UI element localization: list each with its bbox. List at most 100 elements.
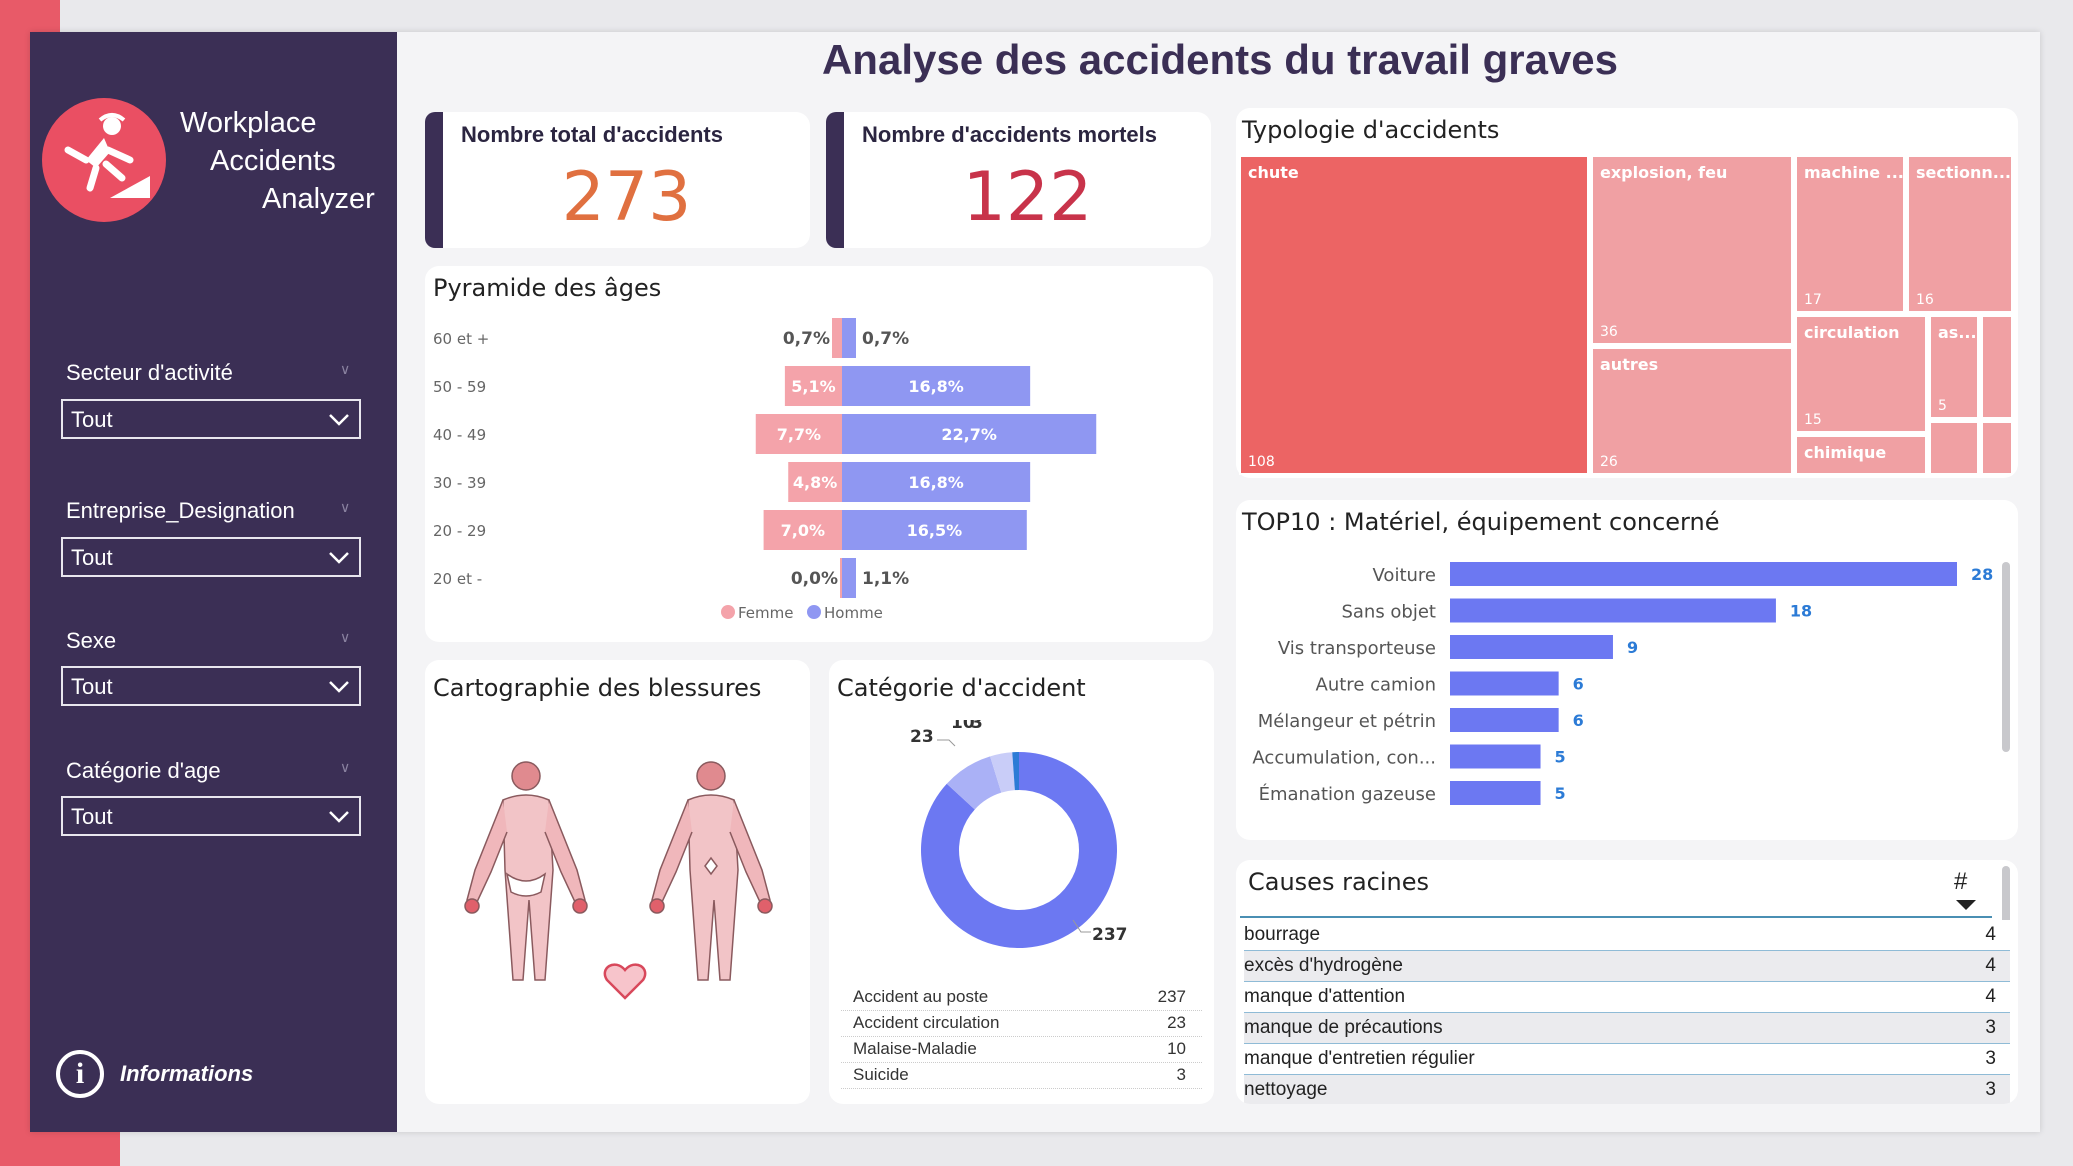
female-value-label: 0,0% — [791, 569, 838, 589]
slicer-label-secteur: Secteur d'activité — [66, 360, 233, 385]
equipment-value-label: 5 — [1555, 748, 1566, 767]
age-category-label: 30 - 39 — [433, 474, 486, 492]
cause-row[interactable]: manque d'attention 4 — [1244, 982, 2010, 1013]
cause-label: nettoyage — [1244, 1079, 1328, 1100]
cause-row[interactable]: manque d'entretien régulier 3 — [1244, 1044, 2010, 1075]
header-divider — [1240, 916, 1992, 918]
male-value-label: 1,1% — [862, 569, 909, 589]
heart-icon — [603, 963, 647, 1000]
legend-male-label: Homme — [824, 604, 883, 622]
informations-button[interactable]: i Informations — [56, 1050, 253, 1098]
treemap-tile-value: 108 — [1248, 454, 1275, 470]
legend-female-label: Femme — [738, 604, 794, 622]
treemap-tile-label: chute — [1248, 163, 1299, 182]
injury-map-card: Cartographie des blessures — [425, 660, 810, 1104]
legend-male-swatch — [807, 605, 821, 619]
cause-row[interactable]: nettoyage 3 — [1244, 1075, 2010, 1104]
treemap-tile — [1929, 421, 1979, 475]
kpi-label: Nombre total d'accidents — [461, 122, 723, 147]
category-name: Accident au poste — [853, 987, 989, 1006]
category-donut-chart: 23723103 — [910, 720, 1128, 948]
chevron-down-icon — [329, 414, 349, 426]
treemap-tile — [1981, 315, 2013, 419]
category-table-row: Accident circulation 23 — [841, 1010, 1202, 1037]
cause-label: excès d'hydrogène — [1244, 955, 1403, 976]
leader-line — [937, 739, 956, 747]
equipment-label: Sans objet — [1341, 602, 1436, 623]
slicer-label-sexe: Sexe — [66, 628, 117, 653]
cause-label: manque de précautions — [1244, 1017, 1443, 1038]
kpi-card-total: Nombre total d'accidents 273 — [425, 112, 810, 248]
back-body-figure — [649, 761, 773, 981]
male-value-label: 22,7% — [941, 425, 997, 444]
cause-label: bourrage — [1244, 924, 1321, 945]
treemap-tile-value: 15 — [1804, 412, 1822, 428]
visual-title: Catégorie d'accident — [837, 674, 1086, 702]
equipment-bar — [1450, 598, 1776, 623]
top10-equipment-card: TOP10 : Matériel, équipement concerné Vo… — [1236, 500, 2018, 840]
top10-bar-chart: Voiture 28 Sans objet 18 Vis transporteuse 9 A… — [1252, 562, 1993, 805]
equipment-value-label: 18 — [1790, 602, 1812, 621]
equipment-label: Accumulation, con... — [1252, 748, 1436, 769]
male-bar — [842, 558, 856, 598]
slicer-value: Tout — [71, 674, 113, 699]
equipment-bar — [1450, 671, 1559, 696]
chevron-down-icon[interactable]: ∨ — [340, 362, 350, 378]
chevron-down-icon[interactable]: ∨ — [340, 630, 350, 646]
male-value-label: 0,7% — [862, 329, 909, 349]
chevron-down-icon[interactable]: ∨ — [340, 760, 350, 776]
page-title: Analyse des accidents du travail graves — [821, 36, 1619, 83]
scrollbar[interactable] — [2002, 562, 2010, 752]
cause-row[interactable]: bourrage 4 — [1244, 920, 2010, 951]
equipment-value-label: 9 — [1627, 638, 1638, 657]
slicer-dropdown-sexe[interactable]: Tout — [61, 666, 361, 706]
donut-value-label: 23 — [910, 727, 934, 747]
front-body-figure — [464, 761, 588, 981]
female-bar — [832, 318, 842, 358]
treemap-tile — [1591, 155, 1793, 345]
cause-row[interactable]: excès d'hydrogène 4 — [1244, 951, 2010, 982]
equipment-value-label: 5 — [1555, 784, 1566, 803]
category-count: 10 — [1167, 1039, 1186, 1058]
equipment-label: Mélangeur et pétrin — [1258, 711, 1436, 732]
slicer-dropdown-entreprise[interactable]: Tout — [61, 537, 361, 577]
equipment-bar — [1450, 635, 1613, 659]
kpi-value: 273 — [561, 158, 692, 237]
cause-count: 3 — [1985, 1048, 1996, 1069]
chevron-down-icon[interactable]: ∨ — [340, 500, 350, 516]
slicer-value: Tout — [71, 407, 113, 432]
age-category-label: 50 - 59 — [433, 378, 486, 396]
visual-title: Causes racines — [1248, 868, 1429, 896]
cause-count: 4 — [1985, 924, 1996, 945]
equipment-value-label: 6 — [1573, 711, 1584, 730]
equipment-label: Autre camion — [1316, 675, 1436, 696]
chevron-down-icon — [329, 552, 349, 564]
count-column-header[interactable]: # — [1954, 868, 1967, 896]
age-pyramid-card: Pyramide des âges 60 et +0,7% 0,7% 50 - 59… — [425, 266, 1213, 642]
slicer-value: Tout — [71, 804, 113, 829]
slicer-dropdown-age[interactable]: Tout — [61, 796, 361, 836]
sidebar: Workplace Accidents Analyzer Secteur d'a… — [30, 32, 397, 1132]
info-icon: i — [56, 1050, 104, 1098]
cause-label: manque d'attention — [1244, 986, 1406, 1007]
cause-count: 3 — [1985, 1079, 1996, 1100]
logo-line: Workplace — [180, 107, 317, 139]
logo-line: Analyzer — [262, 183, 375, 215]
cause-count: 3 — [1985, 1017, 1996, 1038]
sort-desc-icon[interactable] — [1954, 898, 1978, 912]
treemap-tile-label: as... — [1938, 323, 1977, 342]
category-count: 23 — [1167, 1013, 1186, 1032]
age-category-label: 20 et - — [433, 570, 482, 588]
cause-row[interactable]: manque de précautions 3 — [1244, 1013, 2010, 1044]
chevron-down-icon — [329, 681, 349, 693]
kpi-label: Nombre d'accidents mortels — [862, 122, 1157, 147]
equipment-value-label: 6 — [1573, 675, 1584, 694]
female-value-label: 7,7% — [777, 425, 821, 444]
category-table-row: Malaise-Maladie 10 — [841, 1036, 1202, 1063]
slicer-dropdown-secteur[interactable]: Tout — [61, 399, 361, 439]
app-logo-text: Workplace Accidents Analyzer — [180, 104, 390, 218]
treemap-tile-value: 26 — [1600, 454, 1618, 470]
treemap-tile-label: sectionn... — [1916, 163, 2011, 182]
category-name: Suicide — [853, 1065, 909, 1084]
root-causes-card: Causes racines # bourrage 4 excès d'hydrog… — [1236, 860, 2018, 1104]
